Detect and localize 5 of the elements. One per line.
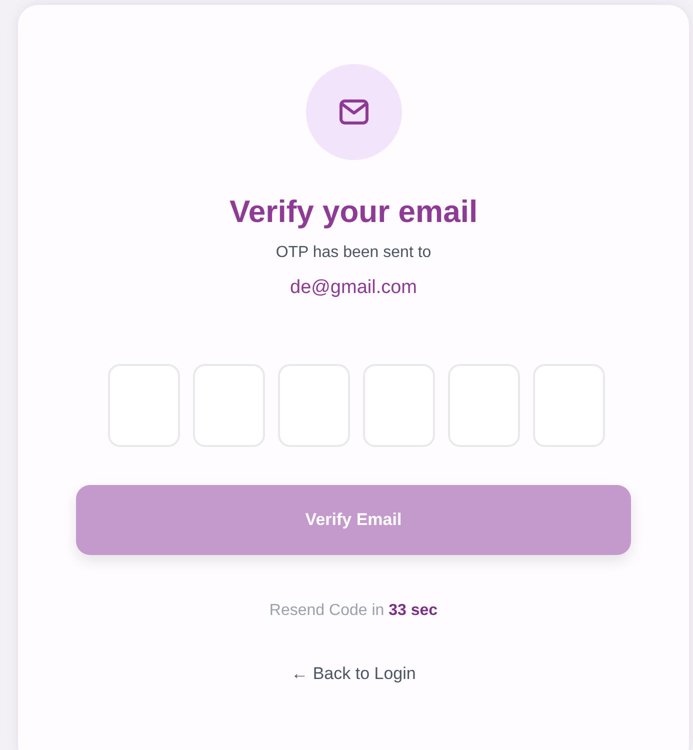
back-to-login-link[interactable]: ← Back to Login — [291, 661, 416, 686]
resend-code-text: Resend Code in 33 sec — [269, 601, 438, 621]
page-title: Verify your email — [229, 193, 478, 231]
subtitle: OTP has been sent to — [276, 243, 432, 263]
email-address: de@gmail.com — [290, 276, 417, 300]
